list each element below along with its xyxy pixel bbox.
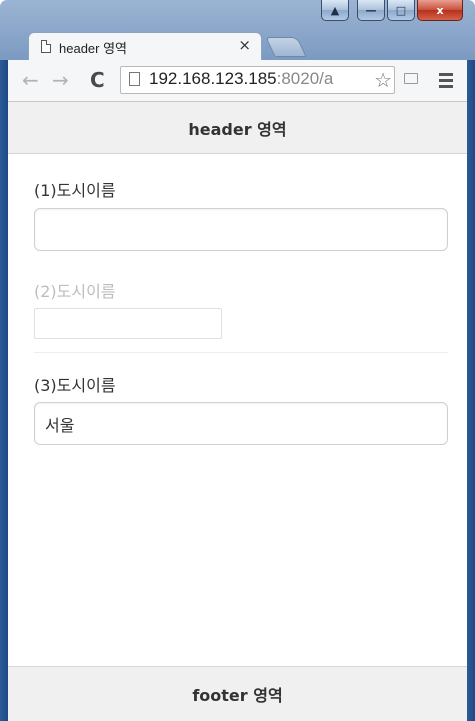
close-window-button[interactable]: x <box>417 0 463 21</box>
city-name-label-3: (3)도시이름 <box>34 376 116 395</box>
page-icon <box>41 40 51 53</box>
city-name-label-2: (2)도시이름 <box>34 282 116 301</box>
new-tab-button[interactable] <box>265 37 307 57</box>
page-footer: footer 영역 <box>8 666 467 721</box>
url-host: 192.168.123.185 <box>149 69 277 88</box>
maximize-button[interactable]: □ <box>387 0 415 21</box>
tab-title: header 영역 <box>59 41 128 56</box>
tab-close-icon[interactable]: × <box>238 36 251 54</box>
city-name-input-2 <box>34 308 222 339</box>
address-bar[interactable]: 192.168.123.185:8020/a ☆ <box>120 66 395 94</box>
page-header-title: header 영역 <box>188 119 287 139</box>
hamburger-menu-icon[interactable] <box>439 73 453 91</box>
reload-icon[interactable]: C <box>90 68 105 92</box>
page-viewport: header 영역 (1)도시이름 (2)도시이름 (3)도시이름 footer… <box>8 102 467 721</box>
forward-arrow-icon[interactable]: → <box>52 68 69 92</box>
browser-tab[interactable]: header 영역 × <box>28 32 262 61</box>
user-profile-button[interactable]: ▲ <box>321 0 349 21</box>
city-name-label-1: (1)도시이름 <box>34 181 116 200</box>
city-name-input-1[interactable] <box>34 208 448 251</box>
section-divider <box>34 352 448 353</box>
tab-strip: header 영역 × <box>8 28 467 61</box>
browser-toolbar: ← → C 192.168.123.185:8020/a ☆ <box>8 60 467 102</box>
star-icon[interactable]: ☆ <box>372 68 392 92</box>
page-footer-title: footer 영역 <box>192 686 283 705</box>
page-header: header 영역 <box>8 102 467 154</box>
page-icon <box>129 72 140 86</box>
frame-left-border <box>0 60 8 721</box>
frame-right-border <box>467 60 475 721</box>
back-arrow-icon[interactable]: ← <box>22 68 39 92</box>
cast-icon[interactable] <box>404 73 418 84</box>
minimize-button[interactable]: — <box>357 0 385 21</box>
window-frame: ▲ — □ x header 영역 × ← → C 192.168.123.18… <box>0 0 475 721</box>
city-name-input-3[interactable] <box>34 402 448 445</box>
window-controls: ▲ — □ x <box>321 0 463 24</box>
url-path: :8020/a <box>276 69 334 88</box>
url-text[interactable]: 192.168.123.185:8020/a <box>149 69 333 89</box>
